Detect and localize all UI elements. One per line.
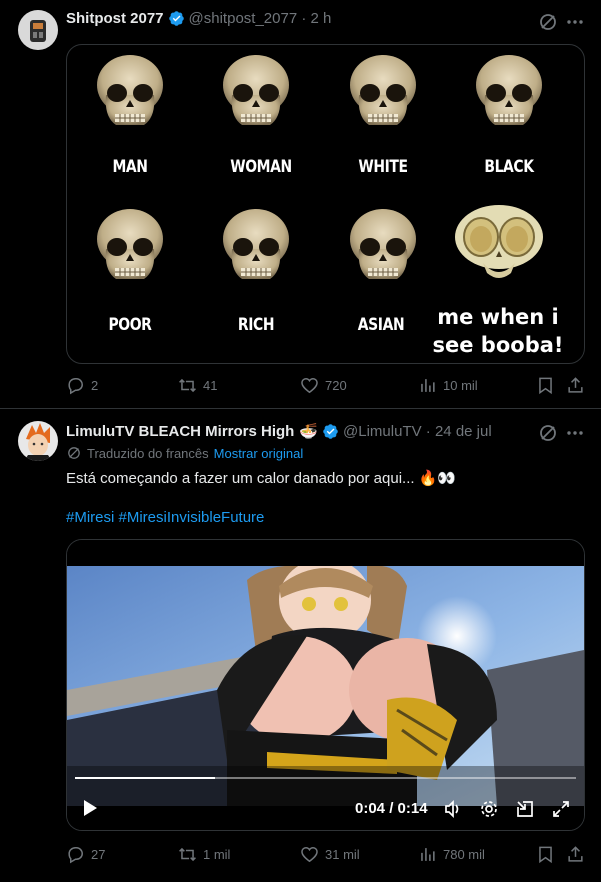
reply-button[interactable]: 27 bbox=[66, 845, 105, 864]
bookmark-button[interactable] bbox=[536, 376, 561, 395]
more-icon[interactable] bbox=[565, 423, 585, 443]
bookmark-icon bbox=[539, 377, 552, 395]
verified-badge-icon bbox=[168, 10, 185, 27]
repost-button[interactable]: 41 bbox=[178, 376, 217, 395]
repost-button[interactable]: 1 mil bbox=[178, 845, 230, 864]
repost-icon bbox=[179, 378, 196, 393]
views-button[interactable]: 780 mil bbox=[418, 845, 485, 864]
meme-image[interactable]: MAN WOMAN WHITE BLACK POOR RICH ASIAN me… bbox=[66, 44, 585, 364]
fullscreen-button[interactable] bbox=[551, 799, 571, 819]
reply-icon bbox=[68, 378, 83, 395]
meme-caption-line2: see booba! bbox=[432, 333, 564, 357]
settings-button[interactable] bbox=[479, 799, 499, 819]
reply-icon bbox=[68, 847, 83, 864]
hashtag-link[interactable]: #Miresi bbox=[66, 509, 114, 526]
pip-button[interactable] bbox=[515, 799, 535, 819]
pip-icon bbox=[517, 801, 533, 817]
meme-label-man: MAN bbox=[112, 157, 148, 177]
meme-caption: me when i see booba! bbox=[413, 303, 583, 359]
display-name[interactable]: Shitpost 2077 bbox=[66, 10, 164, 27]
volume-icon bbox=[445, 799, 459, 819]
name-emoji: 🍜 bbox=[299, 423, 319, 440]
post-shitpost[interactable]: Shitpost 2077 @shitpost_2077 · 2 h MAN W… bbox=[0, 0, 601, 408]
repost-count: 1 mil bbox=[203, 847, 231, 862]
views-button[interactable]: 10 mil bbox=[418, 376, 478, 395]
meme-label-rich: RICH bbox=[237, 315, 275, 335]
settings-icon bbox=[481, 801, 497, 817]
like-count: 31 mil bbox=[325, 847, 360, 862]
translation-bar: Traduzido do francês Mostrar original bbox=[66, 445, 303, 461]
action-bar: 27 1 mil 31 mil 780 mil bbox=[66, 845, 584, 865]
reply-count: 27 bbox=[91, 847, 106, 862]
fullscreen-icon bbox=[553, 801, 569, 817]
share-icon bbox=[568, 377, 583, 393]
meme-label-white: WHITE bbox=[358, 157, 408, 177]
translated-label: Traduzido do francês bbox=[87, 445, 209, 461]
video-frame bbox=[67, 540, 584, 830]
action-bar: 2 41 720 10 mil bbox=[66, 376, 584, 396]
views-icon bbox=[421, 379, 435, 392]
reply-button[interactable]: 2 bbox=[66, 376, 98, 395]
bookmark-icon bbox=[539, 846, 552, 864]
handle[interactable]: @shitpost_2077 bbox=[189, 10, 298, 27]
video-progress-fill bbox=[75, 777, 216, 779]
separator: · bbox=[297, 10, 311, 27]
post-header: Shitpost 2077 @shitpost_2077 · 2 h bbox=[66, 10, 331, 27]
more-icon[interactable] bbox=[565, 12, 585, 32]
play-button[interactable] bbox=[81, 798, 99, 818]
repost-count: 41 bbox=[203, 378, 218, 393]
translate-icon bbox=[68, 447, 80, 459]
repost-icon bbox=[179, 847, 196, 862]
verified-badge-icon bbox=[322, 423, 339, 440]
views-count: 10 mil bbox=[443, 378, 478, 393]
grok-icon[interactable] bbox=[538, 12, 558, 32]
share-button[interactable] bbox=[566, 376, 591, 395]
grok-icon[interactable] bbox=[538, 423, 558, 443]
share-icon bbox=[568, 846, 583, 862]
video-progress-track[interactable] bbox=[75, 777, 576, 779]
post-limulutv[interactable]: LimuluTV BLEACH Mirrors High 🍜 @LimuluTV… bbox=[0, 409, 601, 882]
views-count: 780 mil bbox=[443, 847, 485, 862]
post-header: LimuluTV BLEACH Mirrors High 🍜 @LimuluTV… bbox=[66, 422, 492, 441]
timestamp[interactable]: 2 h bbox=[311, 10, 332, 27]
play-icon bbox=[84, 800, 97, 816]
like-button[interactable]: 31 mil bbox=[300, 845, 360, 864]
handle[interactable]: @LimuluTV bbox=[343, 423, 422, 440]
like-count: 720 bbox=[325, 378, 347, 393]
meme-label-poor: POOR bbox=[108, 315, 152, 335]
meme-caption-line1: me when i bbox=[437, 305, 559, 329]
timestamp[interactable]: 24 de jul bbox=[435, 423, 492, 440]
avatar[interactable] bbox=[18, 10, 58, 50]
hashtag-link[interactable]: #MiresiInvisibleFuture bbox=[119, 509, 265, 526]
like-icon bbox=[301, 847, 318, 863]
meme-label-black: BLACK bbox=[484, 157, 534, 177]
video-time: 0:04 / 0:14 bbox=[355, 800, 428, 817]
like-icon bbox=[301, 378, 318, 394]
views-icon bbox=[421, 848, 435, 861]
show-original-link[interactable]: Mostrar original bbox=[214, 446, 304, 461]
hashtags: #Miresi #MiresiInvisibleFuture bbox=[66, 509, 264, 526]
meme-label-woman: WOMAN bbox=[230, 157, 292, 177]
avatar[interactable] bbox=[18, 421, 58, 461]
video-player[interactable]: 0:04 / 0:14 bbox=[66, 539, 585, 831]
share-button[interactable] bbox=[566, 845, 591, 864]
bookmark-button[interactable] bbox=[536, 845, 561, 864]
like-button[interactable]: 720 bbox=[300, 376, 347, 395]
volume-button[interactable] bbox=[443, 799, 463, 819]
tweet-text: Está começando a fazer um calor danado p… bbox=[66, 470, 457, 487]
meme-label-asian: ASIAN bbox=[357, 315, 405, 335]
reply-count: 2 bbox=[91, 378, 99, 393]
separator: · bbox=[421, 422, 435, 440]
display-name[interactable]: LimuluTV BLEACH Mirrors High bbox=[66, 423, 294, 440]
